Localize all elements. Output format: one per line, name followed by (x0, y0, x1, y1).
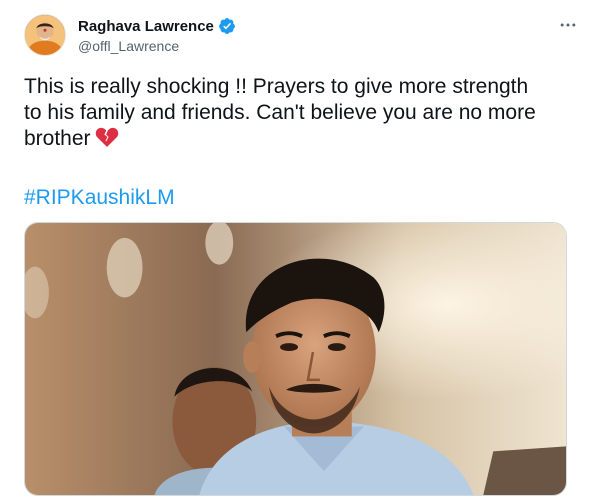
broken-heart-icon (95, 126, 119, 148)
tweet-media-photo[interactable] (24, 222, 567, 496)
author-handle[interactable]: @offl_Lawrence (78, 38, 236, 54)
verified-badge-icon (218, 17, 236, 35)
author-name-row: Raghava Lawrence (78, 16, 236, 36)
photo-of-man-icon (25, 223, 566, 495)
more-horizontal-icon (560, 23, 576, 27)
author-display-name[interactable]: Raghava Lawrence (78, 18, 214, 35)
tweet-card: Raghava Lawrence @offl_Lawrence This is … (0, 0, 600, 500)
author-block: Raghava Lawrence @offl_Lawrence (78, 16, 236, 54)
more-options-button[interactable] (554, 14, 582, 36)
hashtag-link[interactable]: #RIPKaushikLM (24, 185, 175, 211)
tweet-text: This is really shocking !! Prayers to gi… (24, 74, 576, 152)
author-avatar[interactable] (24, 14, 66, 56)
avatar-photo-icon (25, 15, 65, 55)
